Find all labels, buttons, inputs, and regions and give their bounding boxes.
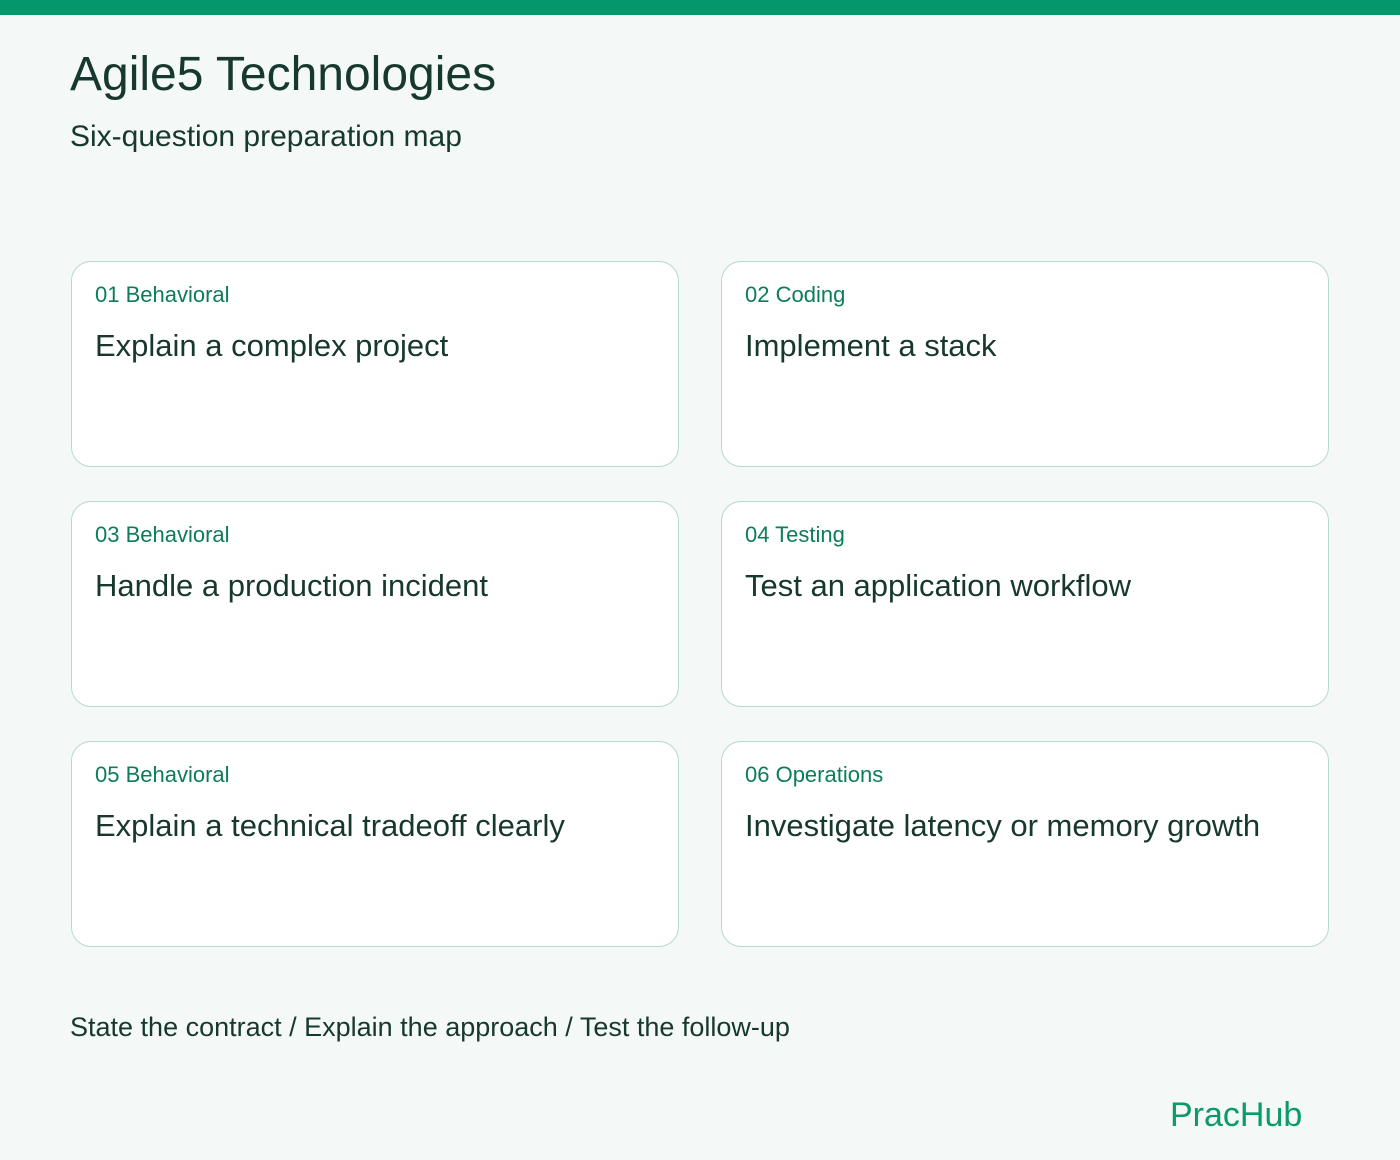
question-card-tag: 05 Behavioral — [95, 762, 230, 787]
question-card-tag: 02 Coding — [745, 282, 846, 307]
question-card-1: 01 Behavioral Explain a complex project — [71, 261, 679, 467]
question-card-title: Explain a complex project — [95, 328, 449, 363]
question-card-3: 03 Behavioral Handle a production incide… — [71, 501, 679, 707]
question-card-6: 06 Operations Investigate latency or mem… — [721, 741, 1329, 947]
question-card-tag: 03 Behavioral — [95, 522, 230, 547]
question-card-2: 02 Coding Implement a stack — [721, 261, 1329, 467]
question-card-4: 04 Testing Test an application workflow — [721, 501, 1329, 707]
page-subtitle: Six-question preparation map — [70, 120, 462, 153]
question-card-title: Test an application workflow — [745, 568, 1131, 603]
question-card-tag: 01 Behavioral — [95, 282, 230, 307]
approach-tagline: State the contract / Explain the approac… — [70, 1012, 790, 1042]
brand-logo-text: PracHub — [1170, 1096, 1303, 1134]
question-card-title: Investigate latency or memory growth — [745, 808, 1261, 843]
question-card-title: Handle a production incident — [95, 568, 488, 603]
question-card-tag: 04 Testing — [745, 522, 845, 547]
page-title: Agile5 Technologies — [70, 48, 497, 101]
question-card-5: 05 Behavioral Explain a technical tradeo… — [71, 741, 679, 947]
question-card-tag: 06 Operations — [745, 762, 884, 787]
question-card-title: Explain a technical tradeoff clearly — [95, 808, 565, 843]
top-accent-bar — [0, 0, 1400, 15]
question-card-title: Implement a stack — [745, 328, 997, 363]
